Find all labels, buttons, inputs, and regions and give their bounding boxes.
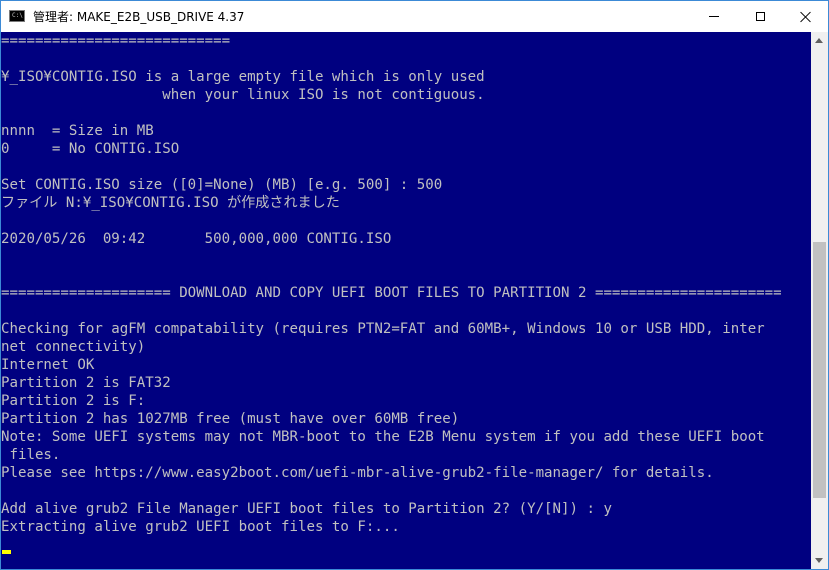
scrollbar-thumb[interactable] bbox=[813, 241, 826, 498]
console-line: Checking for agFM compatability (require… bbox=[1, 321, 765, 337]
console-line: net connectivity) bbox=[1, 339, 146, 355]
console-line: 2020/05/26 09:42 500,000,000 CONTIG.ISO bbox=[1, 231, 392, 247]
console-line: Partition 2 is FAT32 bbox=[1, 375, 171, 391]
console-line: =========================== bbox=[1, 33, 231, 49]
console-line: ¥_ISO¥CONTIG.ISO is a large empty file w… bbox=[1, 69, 485, 85]
console-line: ファイル N:¥_ISO¥CONTIG.ISO が作成されました bbox=[1, 195, 340, 211]
scroll-up-arrow-icon[interactable] bbox=[815, 38, 823, 43]
console-lines: =========================== ¥_ISO¥CONTIG.… bbox=[1, 32, 782, 536]
console-line: Add alive grub2 File Manager UEFI boot f… bbox=[1, 501, 612, 517]
minimize-icon bbox=[709, 16, 719, 17]
console-line: when your linux ISO is not contiguous. bbox=[1, 87, 485, 103]
console-line: ==================== DOWNLOAD AND COPY U… bbox=[1, 285, 782, 301]
console-line: Internet OK bbox=[1, 357, 95, 373]
window-title: 管理者: MAKE_E2B_USB_DRIVE 4.37 bbox=[33, 10, 245, 24]
console-line: 0 = No CONTIG.ISO bbox=[1, 141, 180, 157]
close-button[interactable] bbox=[783, 1, 829, 32]
console-app-icon[interactable]: C:\ bbox=[9, 10, 25, 22]
console-line: nnnn = Size in MB bbox=[1, 123, 154, 139]
console-line: Partition 2 has 1027MB free (must have o… bbox=[1, 411, 460, 427]
vertical-scrollbar[interactable] bbox=[811, 32, 828, 569]
console-output[interactable]: =========================== ¥_ISO¥CONTIG.… bbox=[1, 32, 811, 569]
console-line: files. bbox=[1, 447, 61, 463]
console-window: C:\ 管理者: MAKE_E2B_USB_DRIVE 4.37 =======… bbox=[0, 0, 829, 570]
console-line: Please see https://www.easy2boot.com/uef… bbox=[1, 465, 714, 481]
console-line: Note: Some UEFI systems may not MBR-boot… bbox=[1, 429, 765, 445]
scroll-down-arrow-icon[interactable] bbox=[815, 558, 823, 563]
maximize-button[interactable] bbox=[737, 1, 783, 32]
text-cursor bbox=[2, 550, 11, 554]
maximize-icon bbox=[755, 12, 765, 21]
title-bar[interactable]: C:\ 管理者: MAKE_E2B_USB_DRIVE 4.37 bbox=[1, 1, 828, 32]
console-line: Partition 2 is F: bbox=[1, 393, 146, 409]
console-line: Extracting alive grub2 UEFI boot files t… bbox=[1, 519, 400, 535]
console-line: Set CONTIG.ISO size ([0]=None) (MB) [e.g… bbox=[1, 177, 443, 193]
app-icon-text: C:\ bbox=[12, 12, 23, 19]
minimize-button[interactable] bbox=[691, 1, 737, 32]
close-icon bbox=[800, 11, 812, 23]
